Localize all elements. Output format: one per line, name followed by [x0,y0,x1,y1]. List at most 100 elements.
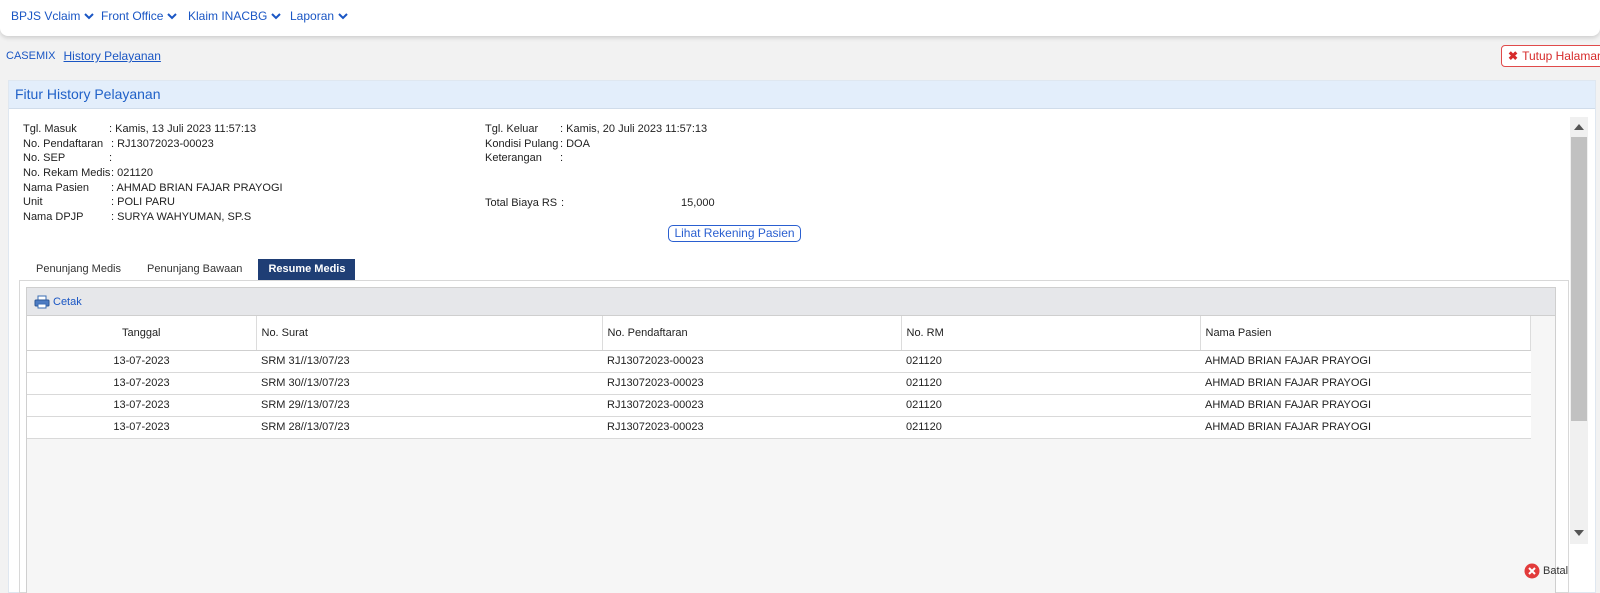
column-header[interactable]: No. RM [901,316,1201,351]
vertical-scrollbar[interactable] [1570,117,1588,544]
info-value: : Kamis, 13 Juli 2023 11:57:13 [109,123,257,135]
grid-container: Cetak Tanggal No. Surat No. Pendaftaran … [26,287,1556,593]
tab-resume-medis[interactable]: Resume Medis [258,259,356,280]
info-row: Tgl. Keluar : Kamis, 20 Juli 2023 11:57:1… [485,122,707,137]
cell-no-rm: 021120 [901,394,1200,417]
table-row[interactable]: 13-07-2023 SRM 31//13/07/23 RJ13072023-0… [27,350,1531,373]
info-label: Tgl. Masuk [23,123,77,135]
cell-no-pendaftaran: RJ13072023-00023 [602,394,901,417]
info-value: : RJ13072023-00023 [111,137,214,150]
scrollbar-thumb[interactable] [1571,137,1587,421]
table-row[interactable]: 13-07-2023 SRM 29//13/07/23 RJ13072023-0… [27,394,1531,417]
tab-bar: Penunjang Medis Penunjang Bawaan Resume … [26,259,361,280]
cell-tanggal: 13-07-2023 [27,372,256,395]
patient-info-left: Tgl. Masuk : Kamis, 13 Juli 2023 11:57:13… [23,122,283,225]
cell-no-rm: 021120 [901,372,1200,395]
info-label: No. Rekam Medis [23,167,111,180]
nav-menu-laporan[interactable]: Laporan [290,9,348,23]
total-cost: Total Biaya RS : 15,000 [485,196,715,211]
info-row: Nama DPJP : SURYA WAHYUMAN, SP.S [23,210,283,225]
info-label: Unit [23,196,43,209]
info-row: No. Rekam Medis: 021120 [23,166,283,181]
resume-grid: Tanggal No. Surat No. Pendaftaran No. RM… [27,316,1555,593]
info-value: : [560,152,564,165]
total-separator: : [561,197,565,209]
column-header[interactable]: Nama Pasien [1200,316,1531,351]
breadcrumb-parent[interactable]: CASEMIX [6,50,56,62]
total-label: Total Biaya RS [485,197,558,209]
column-header[interactable]: No. Pendaftaran [602,316,902,351]
resume-table: Tanggal No. Surat No. Pendaftaran No. RM… [27,316,1531,439]
table-row[interactable]: 13-07-2023 SRM 28//13/07/23 RJ13072023-0… [27,416,1531,439]
nav-menu-label: BPJS Vclaim [11,9,81,23]
print-label: Cetak [53,295,82,308]
info-row: Unit : POLI PARU [23,195,283,210]
nav-menu-label: Klaim INACBG [188,9,268,23]
info-row: Kondisi Pulang: DOA [485,137,707,152]
chevron-down-icon [84,12,95,19]
panel-title: Fitur History Pelayanan [9,81,1595,109]
chevron-down-icon [338,12,348,19]
cell-tanggal: 13-07-2023 [27,416,256,439]
info-value: : POLI PARU [111,196,175,209]
breadcrumb-current[interactable]: History Pelayanan [64,49,161,63]
print-button[interactable]: Cetak [27,288,1555,316]
cell-no-pendaftaran: RJ13072023-00023 [602,372,901,395]
cancel-icon [1524,563,1540,579]
info-row: Tgl. Masuk : Kamis, 13 Juli 2023 11:57:13 [23,122,283,137]
cell-nama-pasien: AHMAD BRIAN FAJAR PRAYOGI [1200,416,1531,439]
nav-menu-label: Laporan [290,9,335,23]
info-value: : [109,152,113,165]
cell-no-rm: 021120 [901,416,1200,439]
info-value: : Kamis, 20 Juli 2023 11:57:13 [560,123,708,135]
scroll-up-icon[interactable] [1574,124,1584,130]
total-row: Total Biaya RS : 15,000 [485,196,715,211]
tab-penunjang-medis[interactable]: Penunjang Medis [26,259,131,280]
info-row: Nama Pasien : AHMAD BRIAN FAJAR PRAYOGI [23,181,283,196]
cell-nama-pasien: AHMAD BRIAN FAJAR PRAYOGI [1200,372,1531,395]
breadcrumb: CASEMIX History Pelayanan [6,49,161,63]
cell-nama-pasien: AHMAD BRIAN FAJAR PRAYOGI [1200,350,1531,373]
cell-no-surat: SRM 29//13/07/23 [256,394,602,417]
nav-menu-klaim-inacbg[interactable]: Klaim INACBG [188,9,282,23]
view-patient-account-button[interactable]: Lihat Rekening Pasien [668,225,801,242]
scroll-down-icon[interactable] [1574,530,1584,536]
close-page-button[interactable]: ✖ Tutup Halaman [1501,45,1600,67]
nav-menu-bpjs-vclaim[interactable]: BPJS Vclaim [11,9,95,23]
info-label: Tgl. Keluar [485,123,539,135]
cell-tanggal: 13-07-2023 [27,350,256,373]
cell-tanggal: 13-07-2023 [27,394,256,417]
info-label: No. SEP [23,152,66,165]
nav-menu-front-office[interactable]: Front Office [101,9,178,23]
info-label: Keterangan [485,152,542,165]
info-row: No. SEP: [23,151,283,166]
close-page-label: Tutup Halaman [1522,49,1600,63]
patient-info-right: Tgl. Keluar : Kamis, 20 Juli 2023 11:57:1… [485,122,707,166]
column-header[interactable]: No. Surat [256,316,603,351]
chevron-down-icon [167,12,178,19]
info-row: No. Pendaftaran : RJ13072023-00023 [23,137,283,152]
info-label: Nama DPJP [23,211,84,224]
nav-menu-label: Front Office [101,9,164,23]
cell-no-surat: SRM 30//13/07/23 [256,372,602,395]
printer-icon [34,295,50,308]
tab-penunjang-bawaan[interactable]: Penunjang Bawaan [137,259,252,280]
info-label: Nama Pasien [23,181,90,194]
info-row: Keterangan: [485,151,707,166]
cell-no-surat: SRM 28//13/07/23 [256,416,602,439]
info-value: : SURYA WAHYUMAN, SP.S [111,211,252,224]
close-icon: ✖ [1508,49,1519,63]
chevron-down-icon [271,12,282,19]
cancel-button[interactable]: Batal [1524,563,1568,579]
cell-no-rm: 021120 [901,350,1200,373]
cell-nama-pasien: AHMAD BRIAN FAJAR PRAYOGI [1200,394,1531,417]
cell-no-pendaftaran: RJ13072023-00023 [602,350,901,373]
info-value: : DOA [560,137,590,150]
column-header[interactable]: Tanggal [27,316,257,351]
table-header-row: Tanggal No. Surat No. Pendaftaran No. RM… [27,316,1531,351]
info-label: No. Pendaftaran [23,137,104,150]
cell-no-surat: SRM 31//13/07/23 [256,350,602,373]
table-row[interactable]: 13-07-2023 SRM 30//13/07/23 RJ13072023-0… [27,372,1531,395]
top-navbar: BPJS Vclaim Front Office Klaim INACBG La… [0,0,1600,36]
info-value: : AHMAD BRIAN FAJAR PRAYOGI [111,181,283,194]
